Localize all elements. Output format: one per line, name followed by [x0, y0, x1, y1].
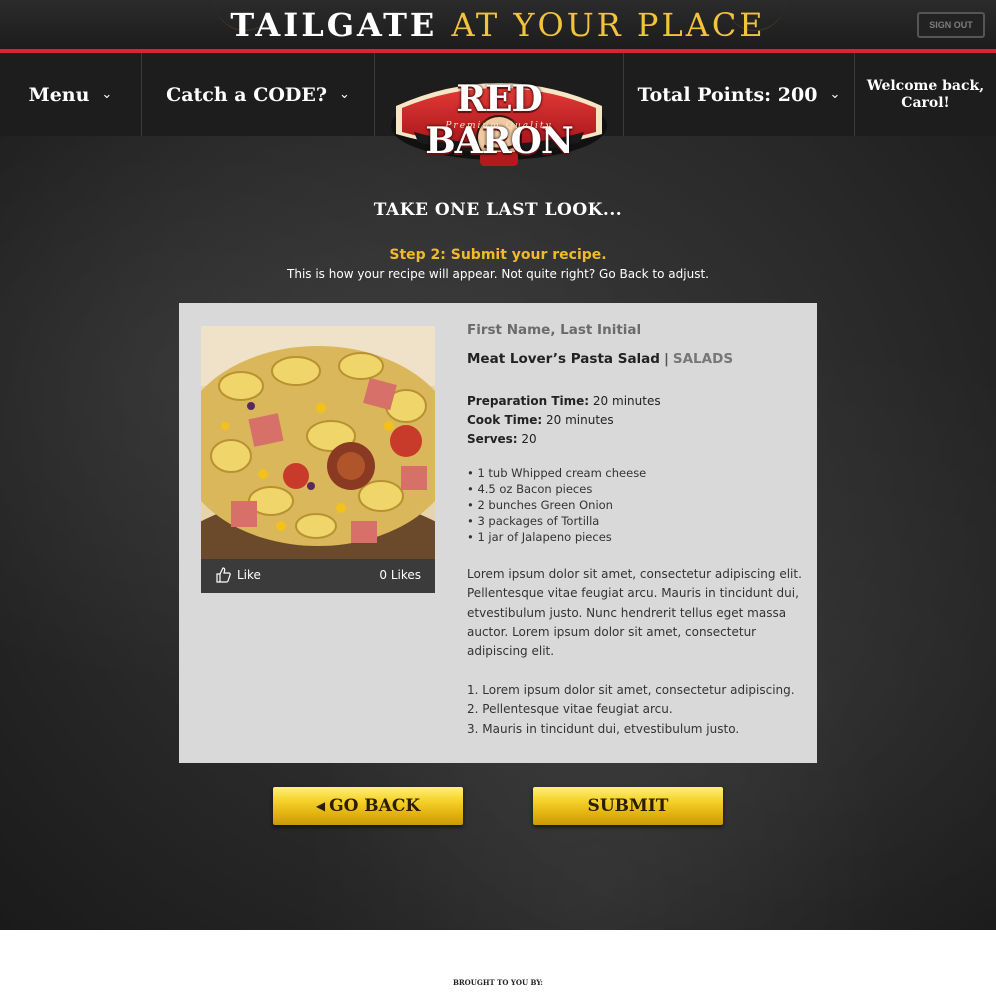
recipe-author: First Name, Last Initial [467, 322, 642, 338]
nav-catch-code[interactable]: Catch a CODE? ⌄ [142, 53, 375, 136]
recipe-preview-card: Like 0 Likes First Name, Last Initial Me… [179, 303, 817, 763]
page-heading: TAKE ONE LAST LOOK... [373, 200, 623, 220]
ingredient-item: • 1 jar of Jalapeno pieces [467, 530, 612, 544]
chevron-down-icon: ⌄ [101, 87, 113, 102]
recipe-steps: 1. Lorem ipsum dolor sit amet, consectet… [467, 681, 795, 739]
thumbs-up-icon [216, 567, 231, 583]
cook-time-label: Cook Time: [467, 413, 543, 427]
nav-menu-label: Menu [28, 83, 90, 106]
go-back-button[interactable]: ◀ GO BACK [273, 787, 463, 825]
like-bar: Like 0 Likes [201, 559, 435, 593]
pasta-salad-image [201, 326, 435, 559]
welcome-line-1: Welcome back, [866, 77, 985, 94]
title-separator: | [663, 351, 669, 367]
cook-time-value: 20 minutes [542, 413, 614, 427]
recipe-title-row: Meat Lover’s Pasta Salad | SALADS [467, 351, 733, 367]
nav-menu[interactable]: Menu ⌄ [0, 53, 142, 136]
likes-count: 0 Likes [379, 568, 421, 582]
step-description: This is how your recipe will appear. Not… [287, 267, 709, 281]
recipe-step: 3. Mauris in tincidunt dui, etvestibulum… [467, 721, 740, 736]
submit-label: SUBMIT [587, 796, 669, 816]
welcome-message: Welcome back, Carol! [855, 53, 996, 136]
prep-time-label: Preparation Time: [467, 394, 590, 408]
recipe-category: SALADS [672, 351, 734, 367]
recipe-step: 1. Lorem ipsum dolor sit amet, consectet… [467, 683, 795, 697]
sign-out-button[interactable]: SIGN OUT [917, 12, 985, 38]
logo-tagline-text: Premium Quality [445, 121, 553, 131]
banner-title-tailgate: TAILGATE [230, 6, 438, 44]
ingredient-item: • 2 bunches Green Onion [467, 498, 613, 512]
recipe-title: Meat Lover’s Pasta Salad [467, 351, 660, 367]
logo-brand-text: RED BARON [425, 78, 574, 162]
recipe-description: Lorem ipsum dolor sit amet, consectetur … [467, 567, 802, 659]
ingredient-item: • 1 tub Whipped cream cheese [467, 466, 647, 480]
chevron-down-icon: ⌄ [829, 87, 841, 102]
banner-title: TAILGATE AT YOUR PLACE [0, 6, 996, 44]
recipe-meta: Preparation Time: 20 minutes Cook Time: … [467, 392, 661, 449]
like-button[interactable]: Like [215, 567, 261, 583]
step-title: Step 2: Submit your recipe. [389, 247, 607, 263]
ingredient-item: • 3 packages of Tortilla [467, 514, 600, 528]
ingredients-list: • 1 tub Whipped cream cheese • 4.5 oz Ba… [467, 465, 646, 545]
recipe-step: 2. Pellentesque vitae feugiat arcu. [467, 702, 673, 717]
prep-time-value: 20 minutes [589, 394, 661, 408]
footer: BROUGHT TO YOU BY: [0, 930, 996, 993]
top-banner: TAILGATE AT YOUR PLACE SIGN OUT [0, 0, 996, 50]
red-baron-logo[interactable]: RED BARON Premium Quality [388, 66, 610, 170]
nav-total-points[interactable]: Total Points: 200 ⌄ [624, 53, 855, 136]
caret-left-icon: ◀ [315, 799, 326, 813]
chevron-down-icon: ⌄ [339, 87, 350, 102]
like-label: Like [237, 568, 261, 582]
serves-value: 20 [517, 432, 537, 446]
serves: Serves: 20 [467, 430, 661, 449]
serves-label: Serves: [467, 432, 518, 446]
brought-to-you-by: BROUGHT TO YOU BY: [452, 978, 544, 987]
cook-time: Cook Time: 20 minutes [467, 411, 661, 430]
ingredient-item: • 4.5 oz Bacon pieces [467, 482, 593, 496]
banner-title-at-your-place: AT YOUR PLACE [451, 6, 766, 44]
submit-button[interactable]: SUBMIT [533, 787, 723, 825]
total-points-label: Total Points: 200 [637, 83, 818, 106]
recipe-photo [201, 326, 435, 559]
prep-time: Preparation Time: 20 minutes [467, 392, 661, 411]
go-back-label: GO BACK [329, 796, 421, 816]
nav-catch-code-label: Catch a CODE? [166, 83, 327, 106]
welcome-line-2: Carol! [901, 94, 950, 111]
